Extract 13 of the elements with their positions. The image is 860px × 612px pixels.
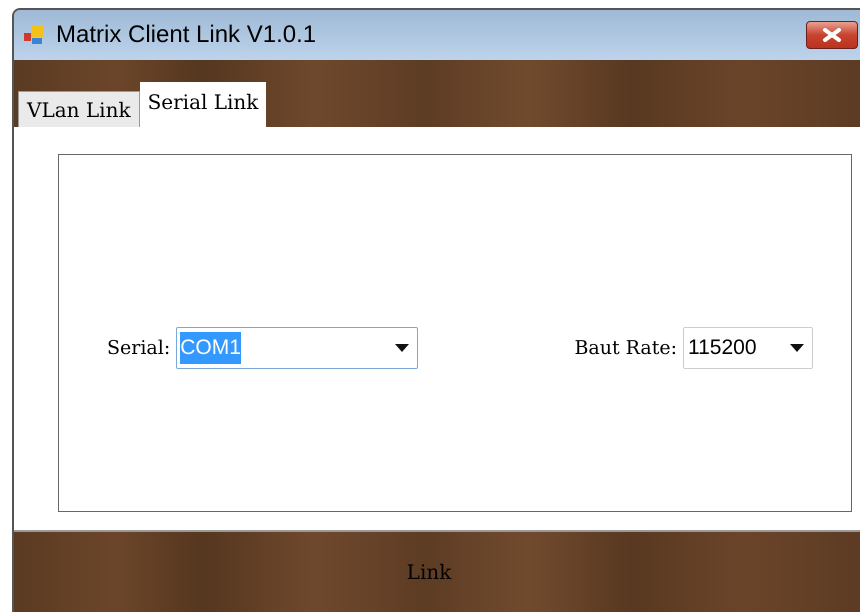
- serial-label: Serial:: [107, 336, 170, 361]
- dropdown-caret-icon: [790, 344, 804, 352]
- close-icon: [822, 28, 842, 42]
- baud-rate-label: Baut Rate:: [574, 336, 677, 361]
- baud-rate-value: 115200: [688, 335, 757, 362]
- close-button[interactable]: [806, 21, 858, 49]
- serial-value: COM1: [180, 332, 241, 364]
- tab[interactable]: VLan Link: [18, 91, 140, 127]
- dropdown-caret-icon: [395, 344, 410, 352]
- window-title: Matrix Client Link V1.0.1: [56, 20, 316, 50]
- tab[interactable]: Serial Link: [140, 82, 266, 127]
- app-icon: [22, 23, 46, 47]
- baud-rate-dropdown[interactable]: 115200: [683, 327, 813, 369]
